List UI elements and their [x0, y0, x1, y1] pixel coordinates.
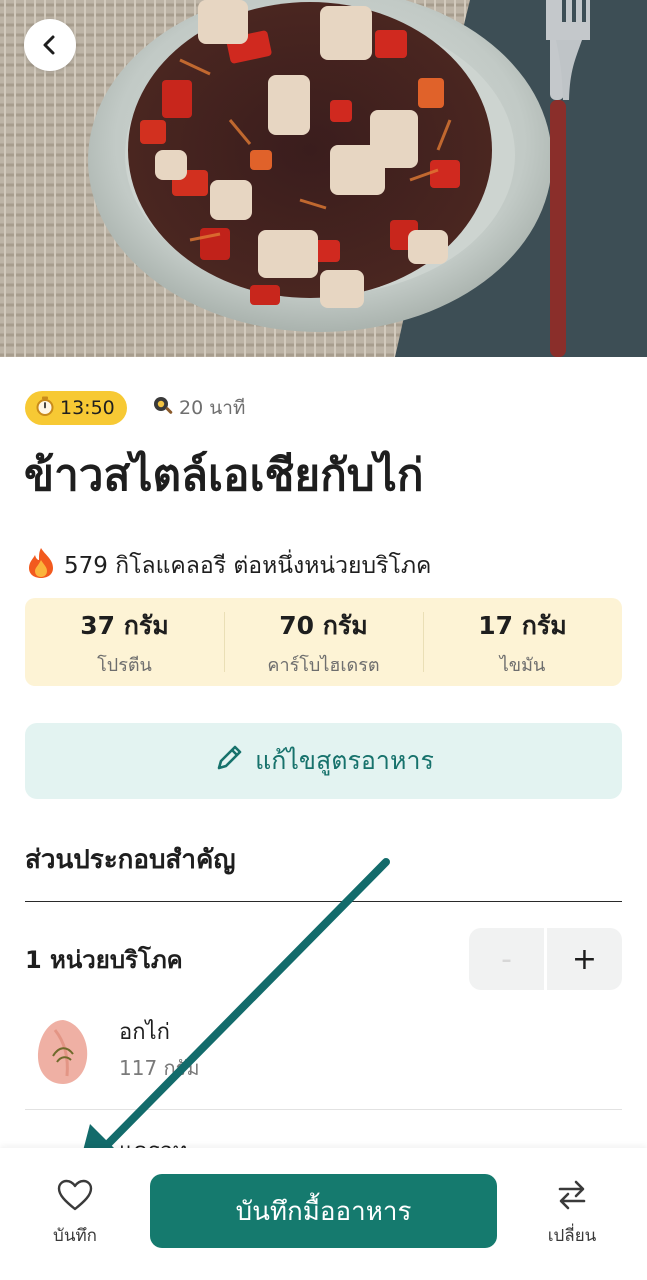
cook-time: 20 นาที	[152, 391, 245, 425]
calories-row: 579 กิโลแคลอรี ต่อหนึ่งหน่วยบริโภค	[26, 546, 431, 586]
macro-protein: 37 กรัม โปรตีน	[25, 598, 224, 686]
stopwatch-icon	[35, 396, 55, 421]
swap-arrows-icon	[556, 1178, 588, 1216]
time-badge: 13:50	[25, 391, 127, 425]
fire-icon	[26, 547, 56, 585]
macro-fat: 17 กรัม ไขมัน	[423, 598, 622, 686]
chevron-left-icon	[39, 34, 61, 56]
decrease-serving-button[interactable]: -	[469, 928, 544, 990]
cook-time-text: 20 นาที	[179, 397, 246, 419]
time-badge-text: 13:50	[60, 397, 115, 419]
log-meal-button[interactable]: บันทึกมื้ออาหาร	[150, 1174, 497, 1248]
ingredient-divider	[25, 1109, 622, 1110]
heart-icon	[56, 1178, 94, 1216]
calories-text: 579 กิโลแคลอรี ต่อหนึ่งหน่วยบริโภค	[64, 553, 432, 579]
macro-label: ไขมัน	[499, 654, 546, 676]
section-divider	[25, 901, 622, 902]
ingredient-name: แครอท	[119, 1133, 187, 1149]
food-photo	[0, 0, 647, 357]
macro-value: 17 กรัม	[478, 610, 567, 640]
bottom-action-bar: บันทึก บันทึกมื้ออาหาร เปลี่ยน	[0, 1148, 647, 1280]
chicken-breast-thumbnail	[33, 1016, 93, 1086]
serving-stepper: - +	[469, 928, 622, 990]
ingredients-title: ส่วนประกอบสำคัญ	[25, 844, 236, 875]
save-favorite-button[interactable]: บันทึก	[30, 1178, 120, 1246]
macro-carbs: 70 กรัม คาร์โบไฮเดรต	[224, 598, 423, 686]
save-label: บันทึก	[53, 1226, 97, 1246]
recipe-title: ข้าวสไตล์เอเชียกับไก่	[24, 450, 424, 501]
macro-label: คาร์โบไฮเดรต	[267, 654, 380, 676]
recipe-hero-image	[0, 0, 647, 357]
macro-value: 37 กรัม	[80, 610, 169, 640]
pencil-icon	[213, 742, 245, 780]
swap-recipe-button[interactable]: เปลี่ยน	[527, 1178, 617, 1246]
macros-panel: 37 กรัม โปรตีน 70 กรัม คาร์โบไฮเดรต 17 ก…	[25, 598, 622, 686]
ingredient-name: อกไก่	[119, 1020, 170, 1045]
increase-serving-button[interactable]: +	[547, 928, 622, 990]
frying-pan-icon	[152, 395, 174, 422]
ingredient-amount: 117 กรัม	[119, 1056, 200, 1080]
serving-label: 1 หน่วยบริโภค	[25, 945, 183, 974]
recipe-detail-screen: 13:50 20 นาที ข้าวสไตล์เอเชียกับไก่ 579 …	[0, 0, 647, 1280]
edit-recipe-button[interactable]: แก้ไขสูตรอาหาร	[25, 723, 622, 799]
edit-recipe-label: แก้ไขสูตรอาหาร	[255, 746, 434, 775]
swap-label: เปลี่ยน	[547, 1226, 597, 1246]
back-button[interactable]	[24, 19, 76, 71]
macro-label: โปรตีน	[97, 654, 152, 676]
macro-value: 70 กรัม	[279, 610, 368, 640]
ingredient-item[interactable]: อกไก่ 117 กรัม	[25, 1012, 622, 1096]
